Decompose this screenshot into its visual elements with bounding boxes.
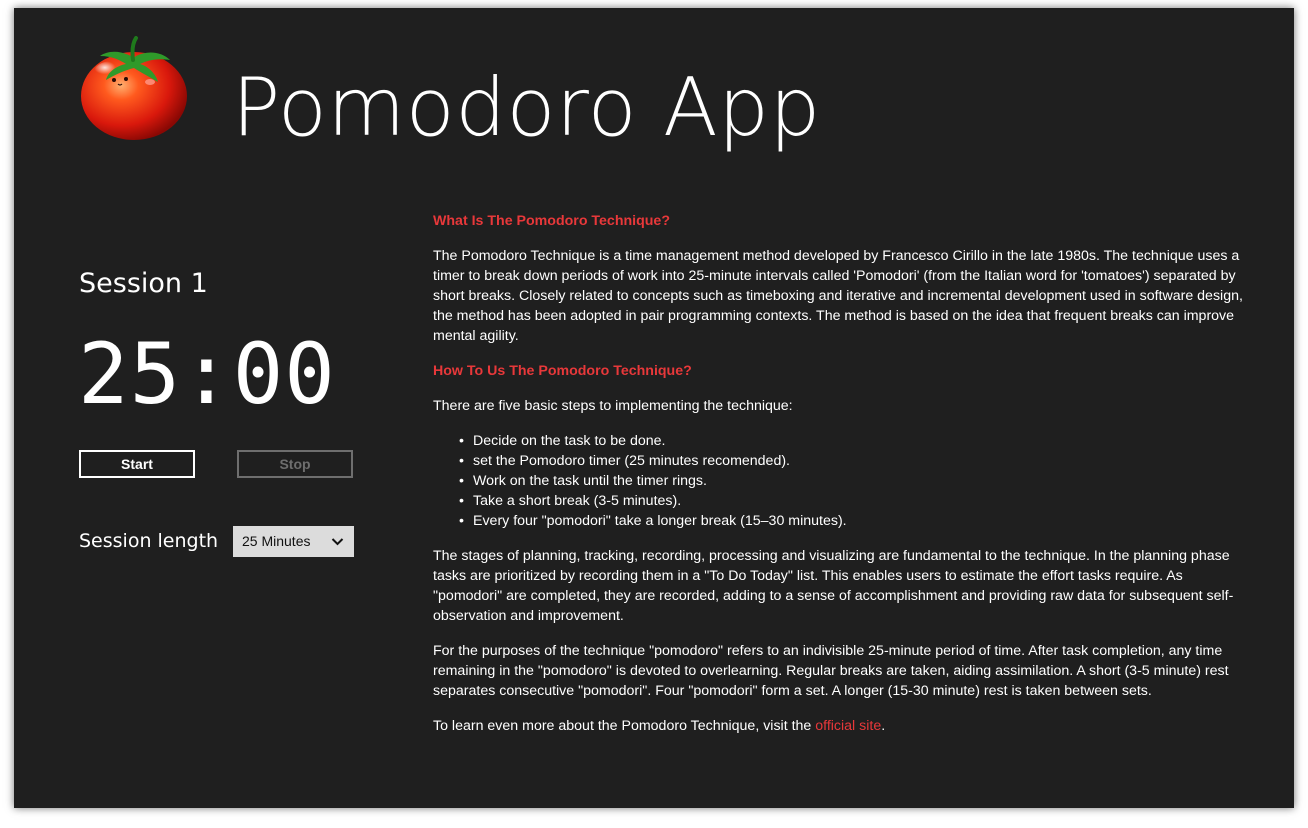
official-site-link[interactable]: official site	[815, 718, 881, 734]
article-paragraph: The Pomodoro Technique is a time managem…	[433, 248, 1243, 344]
list-item: Work on the task until the timer rings.	[459, 471, 1253, 491]
article-paragraph: For the purposes of the technique "pomod…	[433, 643, 1229, 699]
list-item: set the Pomodoro timer (25 minutes recom…	[459, 451, 1253, 471]
session-length-value: 25 Minutes	[242, 533, 311, 549]
app-window: Pomodoro App Session 1 25:00 Start Stop …	[14, 8, 1294, 808]
article-heading-what: What Is The Pomodoro Technique?	[433, 213, 670, 229]
session-length-select[interactable]: 25 Minutes	[233, 526, 354, 557]
article: What Is The Pomodoro Technique? The Pomo…	[433, 211, 1253, 751]
session-title: Session 1	[79, 268, 208, 299]
article-paragraph: There are five basic steps to implementi…	[433, 398, 793, 414]
list-item: Take a short break (3-5 minutes).	[459, 491, 1253, 511]
final-text-suffix: .	[881, 718, 886, 734]
final-text-prefix: To learn even more about the Pomodoro Te…	[433, 718, 816, 734]
timer-display: 25:00	[78, 325, 336, 423]
article-heading-how: How To Us The Pomodoro Technique?	[433, 363, 692, 379]
list-item: Every four "pomodori" take a longer brea…	[459, 511, 1253, 531]
start-button[interactable]: Start	[79, 450, 195, 478]
app-title: Pomodoro App	[232, 61, 821, 154]
article-paragraph-final: To learn even more about the Pomodoro Te…	[433, 716, 1253, 736]
chevron-down-icon	[331, 538, 344, 546]
tomato-icon	[78, 36, 190, 142]
session-length-label: Session length	[79, 530, 219, 552]
article-paragraph: The stages of planning, tracking, record…	[433, 548, 1234, 624]
stop-button[interactable]: Stop	[237, 450, 353, 478]
steps-list: Decide on the task to be done. set the P…	[433, 431, 1253, 531]
list-item: Decide on the task to be done.	[459, 431, 1253, 451]
